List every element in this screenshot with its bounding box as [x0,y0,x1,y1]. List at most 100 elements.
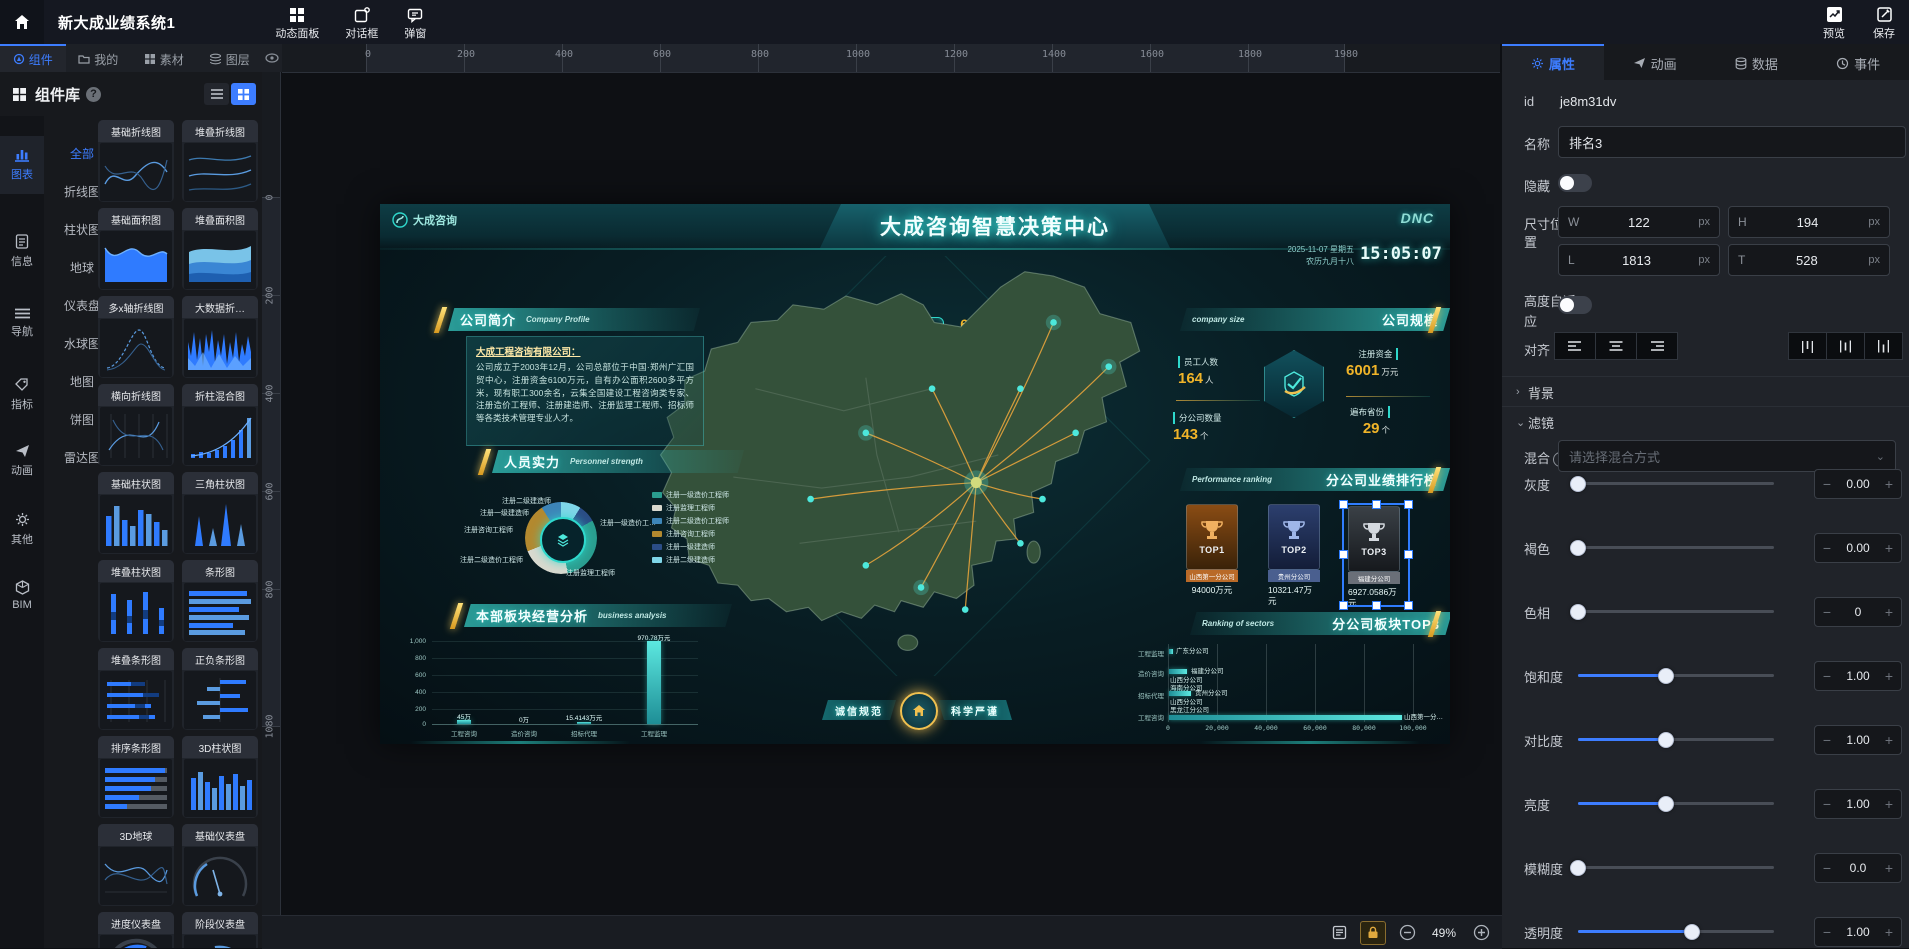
ruler-corner[interactable] [262,44,282,72]
card-horizontal-bars[interactable]: 条形图 [182,560,258,642]
decrement-button[interactable]: − [1815,796,1839,812]
decrement-button[interactable]: − [1815,924,1839,940]
selection-handle[interactable] [1339,601,1348,610]
tab-components[interactable]: 组件 [0,44,66,72]
category-animation[interactable]: 动画 [0,432,44,490]
increment-button[interactable]: + [1877,540,1901,556]
align-middle-button[interactable] [1827,332,1865,360]
card-3d-globe[interactable]: 3D地球 [98,824,174,906]
card-stack-horizontal-bar[interactable]: 堆叠条形图 [98,648,174,730]
category-info[interactable]: 信息 [0,222,44,280]
align-right-button[interactable] [1637,332,1678,360]
decrement-button[interactable]: − [1815,540,1839,556]
filter-section[interactable]: ⌄ 滤镜 [1502,406,1909,437]
selection-handle[interactable] [1372,500,1381,509]
decrement-button[interactable]: − [1815,668,1839,684]
slider-thumb[interactable] [1684,924,1700,940]
tab-events[interactable]: 事件 [1807,44,1909,80]
increment-button[interactable]: + [1877,668,1901,684]
align-bottom-button[interactable] [1865,332,1903,360]
hide-toggle[interactable] [1558,174,1592,192]
tab-data[interactable]: 数据 [1706,44,1808,80]
autoheight-toggle[interactable] [1558,296,1592,314]
decrement-button[interactable]: − [1815,476,1839,492]
slider-track[interactable] [1578,866,1774,869]
grid-view-button[interactable] [231,83,256,105]
align-left-button[interactable] [1554,332,1596,360]
increment-button[interactable]: + [1877,860,1901,876]
tab-layers[interactable]: 图层 [197,44,263,72]
category-charts[interactable]: 图表 [0,136,44,194]
slider-thumb[interactable] [1658,732,1674,748]
tab-mine[interactable]: 我的 [66,44,132,72]
name-input[interactable]: 排名3 [1558,126,1906,158]
card-stack-area[interactable]: 堆叠面积图 [182,208,258,290]
slider-track[interactable] [1578,546,1774,549]
height-input[interactable]: H 194 px [1728,206,1890,238]
card-sorted-bar[interactable]: 排序条形图 [98,736,174,818]
card-pos-neg-bar[interactable]: 正负条形图 [182,648,258,730]
slider-thumb[interactable] [1570,540,1586,556]
dynamic-panel-button[interactable]: 动态面板 [275,4,319,41]
decrement-button[interactable]: − [1815,604,1839,620]
tab-materials[interactable]: 素材 [131,44,197,72]
tab-properties[interactable]: 属性 [1502,44,1604,80]
selection-handle[interactable] [1339,500,1348,509]
align-center-button[interactable] [1596,332,1637,360]
card-basic-gauge[interactable]: 基础仪表盘 [182,824,258,906]
slider-thumb[interactable] [1658,796,1674,812]
tab-animation[interactable]: 动画 [1604,44,1706,80]
zoom-in-button[interactable] [1470,922,1492,944]
left-input[interactable]: L 1813 px [1558,244,1720,276]
list-view-button[interactable] [204,83,229,105]
slider-thumb[interactable] [1658,668,1674,684]
increment-button[interactable]: + [1877,604,1901,620]
rank-card-top2[interactable]: TOP2 贵州分公司 10321.47万元 [1268,504,1320,606]
selection-handle[interactable] [1404,500,1413,509]
dashboard-preview[interactable]: 大成咨询智慧决策中心 大成咨询 DNC 2025-11-07 星期五 农历九月十… [380,204,1450,744]
minimap-button[interactable] [1328,922,1350,944]
card-basic-bar[interactable]: 基础柱状图 [98,472,174,554]
dialog-button[interactable]: 对话框 [345,4,378,41]
increment-button[interactable]: + [1877,796,1901,812]
category-nav[interactable]: 导航 [0,294,44,352]
card-line-bar-mix[interactable]: 折柱混合图 [182,384,258,466]
category-metrics[interactable]: 指标 [0,366,44,424]
category-other[interactable]: 其他 [0,500,44,558]
slider-track[interactable] [1578,674,1774,677]
selection-handle[interactable] [1404,601,1413,610]
category-bim[interactable]: BIM [0,566,44,624]
card-triangle-bar[interactable]: 三角柱状图 [182,472,258,554]
card-basic-area[interactable]: 基础面积图 [98,208,174,290]
width-input[interactable]: W 122 px [1558,206,1720,238]
card-stack-line[interactable]: 堆叠折线图 [182,120,258,202]
popup-button[interactable]: 弹窗 [404,4,426,41]
increment-button[interactable]: + [1877,476,1901,492]
card-bigdata-line[interactable]: 大数据折… [182,296,258,378]
decrement-button[interactable]: − [1815,732,1839,748]
decrement-button[interactable]: − [1815,860,1839,876]
home-button[interactable] [0,0,44,44]
selection-box[interactable] [1342,503,1410,607]
selection-handle[interactable] [1372,601,1381,610]
card-basic-line[interactable]: 基础折线图 [98,120,174,202]
align-top-button[interactable] [1788,332,1827,360]
card-horizontal-line[interactable]: 横向折线图 [98,384,174,466]
selection-handle[interactable] [1404,550,1413,559]
card-multi-x-line[interactable]: 多x轴折线图 [98,296,174,378]
selection-handle[interactable] [1339,550,1348,559]
slider-thumb[interactable] [1570,604,1586,620]
slider-track[interactable] [1578,482,1774,485]
increment-button[interactable]: + [1877,732,1901,748]
background-section[interactable]: › 背景 [1502,376,1909,407]
card-3d-bar[interactable]: 3D柱状图 [182,736,258,818]
increment-button[interactable]: + [1877,924,1901,940]
slider-thumb[interactable] [1570,860,1586,876]
card-stack-bar[interactable]: 堆叠柱状图 [98,560,174,642]
top-input[interactable]: T 528 px [1728,244,1890,276]
preview-button[interactable]: 预览 [1823,3,1845,41]
slider-track[interactable] [1578,930,1774,933]
rank-card-top1[interactable]: TOP1 山西第一分公司 94000万元 [1186,504,1238,596]
slider-track[interactable] [1578,610,1774,613]
help-icon[interactable]: ? [86,87,101,102]
